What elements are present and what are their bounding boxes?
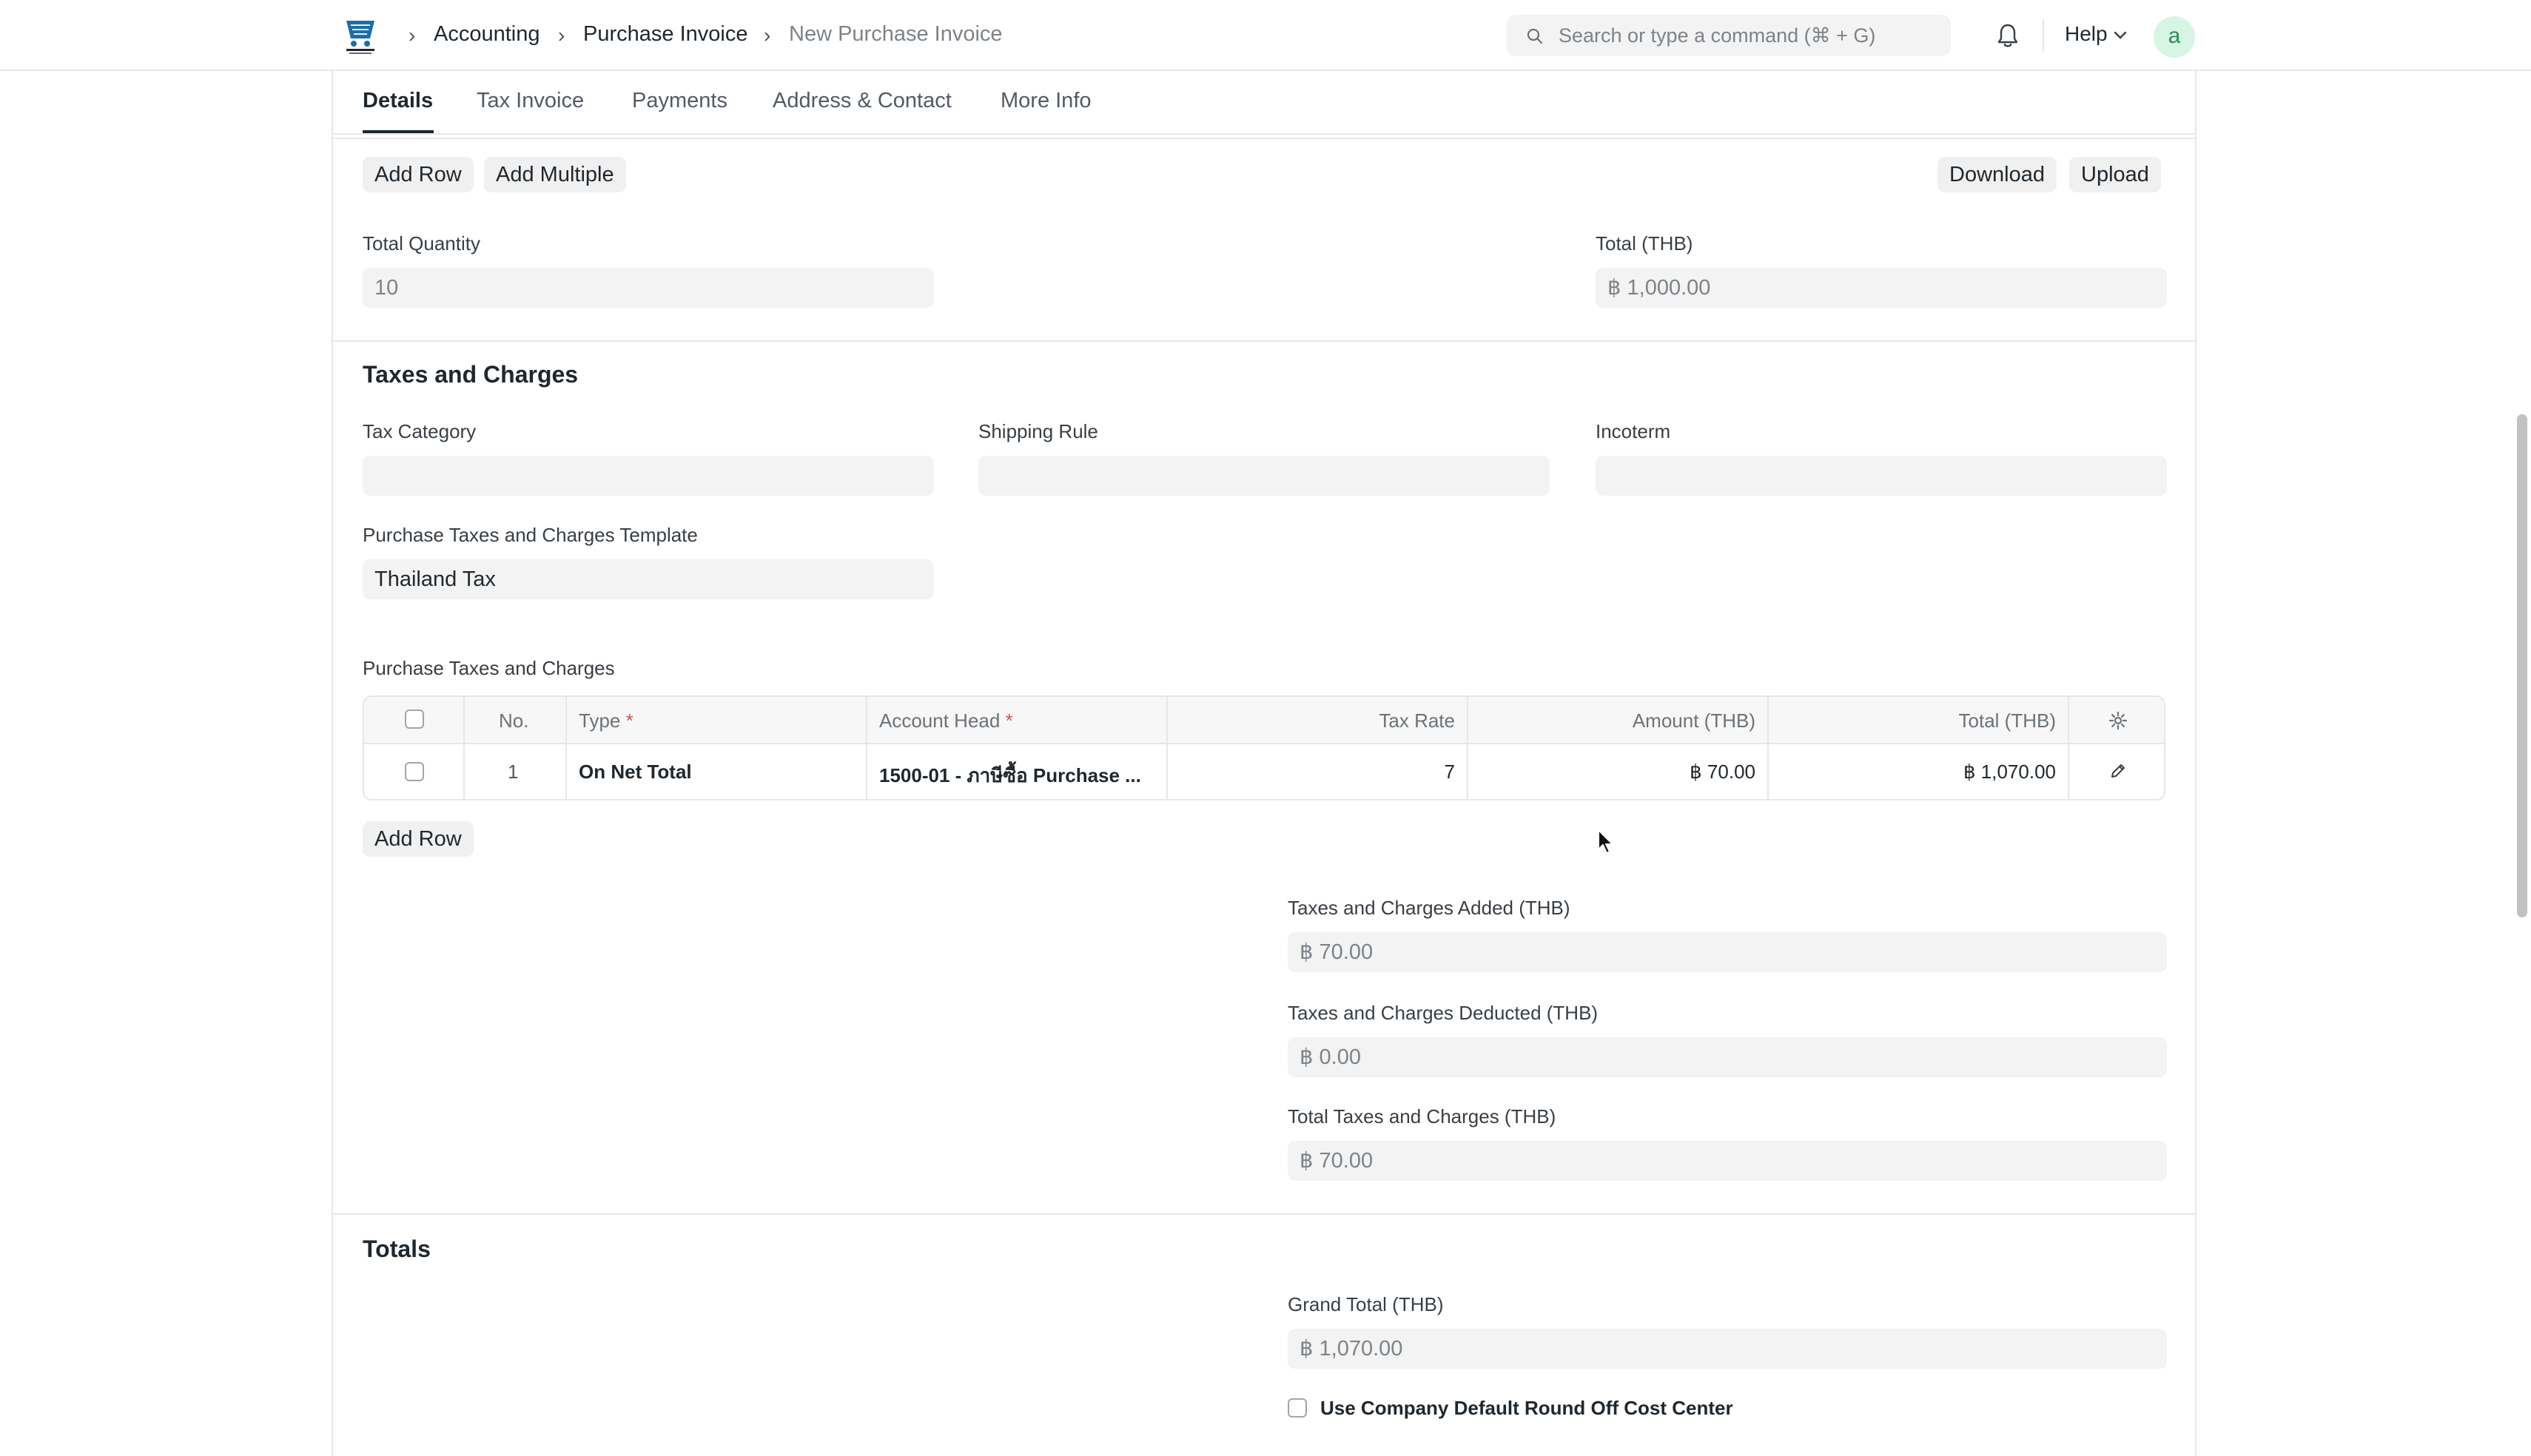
row-select-cell bbox=[364, 744, 465, 799]
tab-more-info[interactable]: More Info bbox=[1001, 89, 1092, 113]
total-taxes-label: Total Taxes and Charges (THB) bbox=[1288, 1105, 1556, 1128]
section-divider bbox=[333, 1213, 2195, 1215]
help-label: Help bbox=[2065, 22, 2108, 45]
total-quantity-field: 10 bbox=[363, 268, 934, 308]
shipping-rule-label: Shipping Rule bbox=[978, 420, 1098, 442]
search-input[interactable] bbox=[1559, 15, 1936, 56]
chevron-right-icon: › bbox=[409, 24, 416, 47]
round-off-checkbox[interactable] bbox=[1288, 1398, 1307, 1418]
section-divider bbox=[333, 138, 2195, 139]
search-bar[interactable] bbox=[1507, 15, 1951, 56]
help-dropdown[interactable]: Help bbox=[2065, 22, 2127, 46]
grand-total-label: Grand Total (THB) bbox=[1288, 1293, 1444, 1315]
header-account-head-cell: Account Head * bbox=[867, 697, 1168, 743]
form-page: Details Tax Invoice Payments Address & C… bbox=[332, 71, 2196, 1456]
incoterm-input[interactable] bbox=[1596, 456, 2167, 496]
section-divider bbox=[333, 340, 2195, 342]
mouse-cursor-icon bbox=[1597, 829, 1616, 859]
taxes-add-row-button[interactable]: Add Row bbox=[363, 821, 474, 857]
taxes-added-label: Taxes and Charges Added (THB) bbox=[1288, 897, 1570, 919]
upload-button[interactable]: Upload bbox=[2069, 157, 2161, 192]
breadcrumb-current-page: New Purchase Invoice bbox=[789, 22, 1003, 46]
row-checkbox[interactable] bbox=[405, 762, 424, 781]
column-header-no: No. bbox=[499, 710, 529, 732]
row-total: ฿ 1,070.00 bbox=[1963, 761, 2056, 783]
form-tabs: Details Tax Invoice Payments Address & C… bbox=[333, 71, 2195, 135]
table-row[interactable]: 1 On Net Total 1500-01 - ภาษีซื้อ Purcha… bbox=[364, 744, 2164, 799]
navbar-divider bbox=[2043, 19, 2044, 52]
navbar: › Accounting › Purchase Invoice › New Pu… bbox=[0, 0, 2531, 71]
shipping-rule-input[interactable] bbox=[978, 456, 1550, 496]
row-no-cell: 1 bbox=[465, 744, 567, 799]
total-quantity-label: Total Quantity bbox=[363, 232, 480, 255]
tab-payments[interactable]: Payments bbox=[632, 89, 727, 113]
column-header-tax-rate: Tax Rate bbox=[1379, 710, 1455, 732]
tab-tax-invoice[interactable]: Tax Invoice bbox=[477, 89, 584, 113]
gear-icon[interactable] bbox=[2108, 710, 2128, 731]
total-label: Total (THB) bbox=[1596, 232, 1693, 255]
header-no-cell: No. bbox=[465, 697, 567, 743]
header-total-cell: Total (THB) bbox=[1769, 697, 2069, 743]
page-scrollbar[interactable] bbox=[2517, 414, 2527, 917]
row-total-cell[interactable]: ฿ 1,070.00 bbox=[1769, 744, 2069, 799]
row-account-head-cell[interactable]: 1500-01 - ภาษีซื้อ Purchase ... bbox=[867, 744, 1168, 799]
chevron-right-icon: › bbox=[764, 24, 771, 47]
header-type-cell: Type * bbox=[567, 697, 867, 743]
taxes-deducted-label: Taxes and Charges Deducted (THB) bbox=[1288, 1002, 1599, 1024]
round-off-label[interactable]: Use Company Default Round Off Cost Cente… bbox=[1320, 1397, 1733, 1420]
chevron-down-icon bbox=[2114, 31, 2126, 39]
header-amount-cell: Amount (THB) bbox=[1468, 697, 1769, 743]
row-amount: ฿ 70.00 bbox=[1690, 761, 1755, 783]
breadcrumb-purchase-invoice[interactable]: Purchase Invoice bbox=[583, 22, 747, 47]
tax-category-input[interactable] bbox=[363, 456, 934, 496]
row-tax-rate: 7 bbox=[1444, 761, 1455, 783]
download-button[interactable]: Download bbox=[1937, 157, 2057, 192]
taxes-table-header: No. Type * Account Head * Tax Rate Amoun… bbox=[364, 697, 2164, 744]
items-add-row-button[interactable]: Add Row bbox=[363, 157, 474, 192]
tab-details[interactable]: Details bbox=[363, 89, 433, 113]
total-taxes-field: ฿ 70.00 bbox=[1288, 1141, 2167, 1181]
app-logo[interactable] bbox=[342, 16, 379, 55]
search-icon bbox=[1527, 28, 1543, 44]
tab-address-contact[interactable]: Address & Contact bbox=[773, 89, 952, 113]
incoterm-label: Incoterm bbox=[1596, 420, 1671, 442]
taxes-template-label: Purchase Taxes and Charges Template bbox=[363, 524, 698, 546]
total-field: ฿ 1,000.00 bbox=[1596, 268, 2167, 308]
row-type-cell[interactable]: On Net Total bbox=[567, 744, 867, 799]
taxes-section-title[interactable]: Taxes and Charges bbox=[363, 361, 578, 388]
column-header-total: Total (THB) bbox=[1958, 710, 2056, 732]
column-header-account-head: Account Head * bbox=[879, 710, 1013, 732]
tax-category-label: Tax Category bbox=[363, 420, 477, 442]
taxes-table: No. Type * Account Head * Tax Rate Amoun… bbox=[363, 695, 2165, 801]
breadcrumb-accounting[interactable]: Accounting bbox=[434, 22, 540, 47]
chevron-right-icon: › bbox=[558, 24, 565, 47]
active-tab-indicator bbox=[363, 130, 434, 133]
column-header-amount: Amount (THB) bbox=[1632, 710, 1755, 732]
select-all-checkbox[interactable] bbox=[405, 710, 424, 729]
taxes-deducted-field: ฿ 0.00 bbox=[1288, 1037, 2167, 1077]
totals-section-title[interactable]: Totals bbox=[363, 1236, 431, 1263]
column-header-type: Type * bbox=[579, 710, 633, 732]
row-amount-cell[interactable]: ฿ 70.00 bbox=[1468, 744, 1769, 799]
add-multiple-button[interactable]: Add Multiple bbox=[484, 157, 626, 192]
row-account-head: 1500-01 - ภาษีซื้อ Purchase ... bbox=[879, 764, 1141, 786]
bell-icon[interactable] bbox=[1995, 22, 2020, 53]
grand-total-field: ฿ 1,070.00 bbox=[1288, 1329, 2167, 1369]
header-tax-rate-cell: Tax Rate bbox=[1168, 697, 1468, 743]
taxes-template-input[interactable]: Thailand Tax bbox=[363, 559, 934, 599]
header-select-cell bbox=[364, 697, 465, 743]
header-settings-cell bbox=[2069, 697, 2164, 743]
avatar[interactable]: a bbox=[2154, 16, 2195, 58]
row-edit-cell bbox=[2069, 744, 2164, 799]
row-no: 1 bbox=[508, 761, 519, 783]
edit-pencil-icon[interactable] bbox=[2109, 762, 2127, 780]
row-tax-rate-cell[interactable]: 7 bbox=[1168, 744, 1468, 799]
taxes-added-field: ฿ 70.00 bbox=[1288, 932, 2167, 972]
row-type: On Net Total bbox=[579, 761, 692, 783]
taxes-table-label: Purchase Taxes and Charges bbox=[363, 657, 615, 679]
